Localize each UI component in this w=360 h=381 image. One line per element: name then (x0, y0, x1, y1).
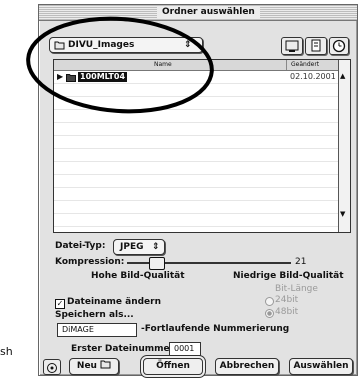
highlight-ellipse (26, 16, 214, 114)
